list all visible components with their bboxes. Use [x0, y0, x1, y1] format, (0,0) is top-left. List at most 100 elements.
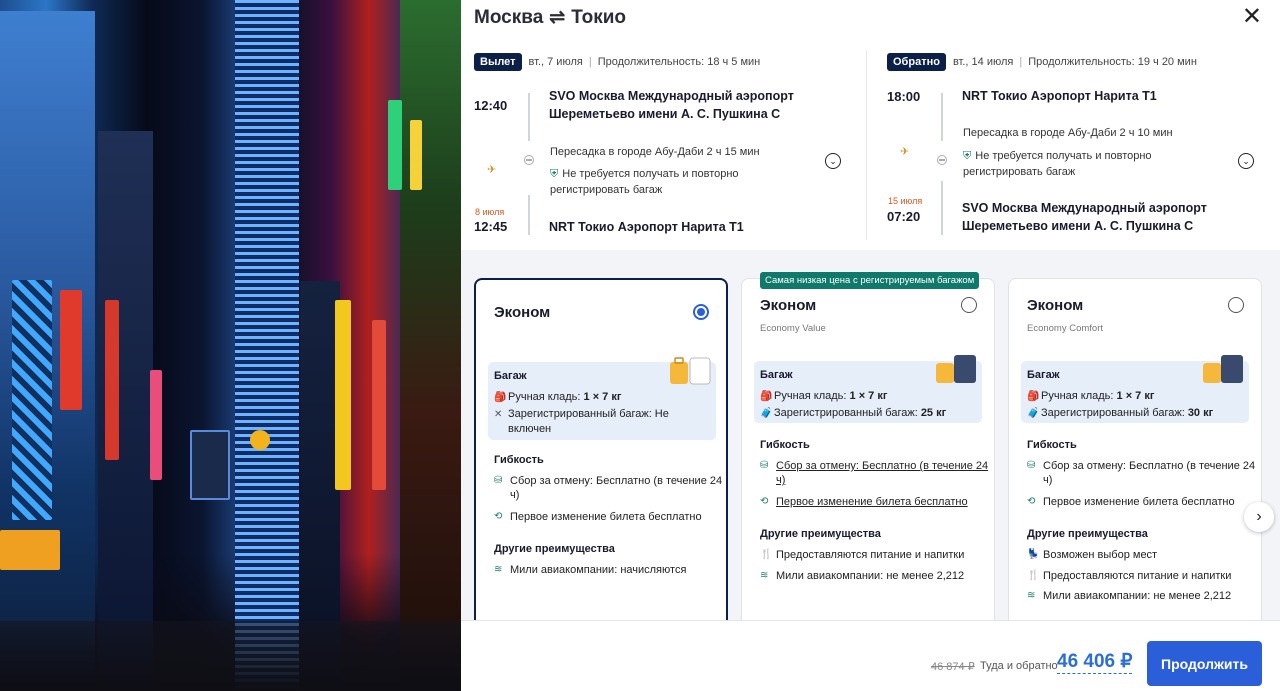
airline-logo-icon: ✈: [900, 146, 910, 158]
return-arr-airport: SVO Москва Международный аэропорт Шереме…: [962, 201, 1207, 233]
miles-icon: ≋: [494, 564, 503, 575]
lowest-price-badge: Самая низкая цена с регистрируемым багаж…: [760, 272, 980, 289]
benefit-item: ≋ Мили авиакомпании: не менее 2,212: [1027, 590, 1232, 602]
fare-card-economy-comfort[interactable]: Эконом Economy Comfort Багаж 🎒 Ручная кла…: [1008, 278, 1262, 620]
return-leg: Обратно вт., 14 июля | Продолжительность…: [887, 53, 1280, 243]
outbound-duration: Продолжительность: 18 ч 5 мин: [597, 56, 761, 68]
fare-radio[interactable]: [693, 304, 709, 320]
continue-button[interactable]: Продолжить: [1147, 641, 1262, 686]
outbound-arr-time: 12:45: [474, 219, 508, 234]
close-icon[interactable]: ✕: [1242, 2, 1262, 31]
fare-name: Эконом: [760, 297, 817, 314]
fare-radio[interactable]: [1228, 297, 1244, 313]
outbound-date: вт., 7 июля: [528, 56, 583, 68]
shield-check-icon: ⛨: [550, 168, 559, 180]
fare-card-economy-value[interactable]: Самая низкая цена с регистрируемым багаж…: [741, 272, 995, 620]
cancel-fee[interactable]: ⛁ Сбор за отмену: Бесплатно (в течение 24…: [760, 459, 990, 487]
refund-icon: ⛁: [760, 460, 769, 471]
suitcase-small-icon: 🧳: [760, 408, 773, 419]
outbound-leg: Вылет вт., 7 июля | Продолжительность: 1…: [474, 53, 869, 243]
outbound-dep-time: 12:40: [474, 98, 508, 113]
return-date: вт., 14 июля: [952, 56, 1014, 68]
bag-icon: 🎒: [760, 391, 773, 402]
refund-icon: ⛁: [1027, 460, 1036, 471]
other-benefits-title: Другие преимущества: [494, 543, 615, 555]
miles-icon: ≋: [1027, 590, 1036, 601]
chevron-down-icon[interactable]: ⌄: [1238, 153, 1254, 169]
fare-subtitle: Economy Comfort: [1027, 323, 1104, 334]
return-dep-airport: NRT Токио Аэропорт Нарита T1: [962, 89, 1157, 103]
price-footer: 46 874 ₽ Туда и обратно 46 406 ₽ Продолж…: [461, 620, 1280, 691]
exchange-icon: ⟲: [1027, 496, 1036, 507]
ticket-change: ⟲ Первое изменение билета бесплатно: [494, 511, 702, 523]
origin-city: Москва: [474, 6, 544, 28]
outbound-arr-date: 8 июля: [475, 207, 505, 217]
destination-city: Токио: [571, 6, 626, 28]
benefit-item: 🍴 Предоставляются питание и напитки: [760, 549, 965, 561]
return-dep-time: 18:00: [887, 89, 921, 104]
hand-luggage: 🎒 Ручная кладь: 1 × 7 кг: [494, 391, 622, 403]
airline-logo-icon: ✈: [487, 164, 497, 176]
fare-radio[interactable]: [961, 297, 977, 313]
outbound-arr-airport: NRT Токио Аэропорт Нарита T1: [549, 220, 744, 234]
ticket-change: ⟲ Первое изменение билета бесплатно: [1027, 496, 1235, 508]
old-price: 46 874 ₽: [931, 661, 975, 673]
baggage-box: Багаж 🎒 Ручная кладь: 1 × 7 кг 🧳 Зарегистр…: [754, 355, 982, 423]
benefit-item: 🍴 Предоставляются питание и напитки: [1027, 570, 1232, 582]
flexibility-title: Гибкость: [1027, 439, 1077, 451]
return-transfer: Пересадка в городе Абу-Даби 2 ч 10 мин: [963, 127, 1173, 139]
total-price[interactable]: 46 406 ₽: [1057, 651, 1133, 674]
fare-name: Эконом: [1027, 297, 1084, 314]
baggage-box: Багаж 🎒 Ручная кладь: 1 × 7 кг 🧳 Зарегистр…: [1021, 355, 1249, 423]
return-arr-date: 15 июля: [888, 196, 923, 206]
suitcase-small-icon: 🧳: [1027, 408, 1040, 419]
miles-icon: ≋: [760, 570, 769, 581]
hand-luggage: 🎒 Ручная кладь: 1 × 7 кг: [1027, 390, 1155, 402]
outbound-baggage-note: ⛨ Не требуется получать и повторно регист…: [550, 168, 739, 196]
chevron-right-icon[interactable]: ›: [1244, 502, 1274, 532]
cancel-fee: ⛁ Сбор за отмену: Бесплатно (в течение 24…: [1027, 460, 1256, 486]
benefit-item: ≋ Мили авиакомпании: начисляются: [494, 564, 687, 576]
chevron-down-icon[interactable]: ⌄: [825, 153, 841, 169]
hand-luggage: 🎒 Ручная кладь: 1 × 7 кг: [760, 390, 888, 402]
ticket-change[interactable]: ⟲ Первое изменение билета бесплатно: [760, 495, 990, 509]
suitcase-icon: [936, 355, 976, 383]
route-title: Москва ⇌ Токио: [474, 6, 626, 29]
hero-photo: [0, 0, 461, 691]
benefit-item: 💺 Возможен выбор мест: [1027, 549, 1158, 561]
cancel-fee: ⛁ Сбор за отмену: Бесплатно (в течение 24…: [494, 475, 723, 501]
cross-icon: ✕: [494, 409, 503, 420]
fare-subtitle: Economy Value: [760, 323, 826, 334]
round-trip-label: Туда и обратно: [980, 660, 1058, 672]
return-tag: Обратно: [887, 53, 946, 71]
shield-check-icon: ⛨: [963, 150, 972, 162]
transfer-pin-icon: [937, 155, 947, 165]
checked-luggage: ✕ Зарегистрированный багаж: Не включен: [494, 408, 669, 435]
suitcase-icon: [1203, 355, 1243, 383]
bag-icon: 🎒: [1027, 391, 1040, 402]
transfer-pin-icon: [524, 155, 534, 165]
seat-icon: 💺: [1027, 549, 1040, 560]
fare-options: Эконом Багаж 🎒 Ручная кладь: 1 × 7 кг ✕ За…: [461, 250, 1280, 620]
fare-name: Эконом: [494, 304, 551, 321]
outbound-transfer: Пересадка в городе Абу-Даби 2 ч 15 мин: [550, 146, 760, 158]
fare-card-economy[interactable]: Эконом Багаж 🎒 Ручная кладь: 1 × 7 кг ✕ За…: [474, 278, 728, 620]
return-arr-time: 07:20: [887, 209, 921, 224]
checked-luggage: 🧳 Зарегистрированный багаж: 25 кг: [760, 407, 947, 419]
return-duration: Продолжительность: 19 ч 20 мин: [1028, 56, 1197, 68]
refund-icon: ⛁: [494, 475, 503, 486]
meal-icon: 🍴: [760, 549, 773, 560]
baggage-box: Багаж 🎒 Ручная кладь: 1 × 7 кг ✕ Зарегистр…: [488, 357, 716, 440]
exchange-icon: ⟲: [494, 511, 503, 522]
bag-icon: 🎒: [494, 392, 507, 403]
baggage-title: Багаж: [760, 369, 793, 381]
baggage-title: Багаж: [1027, 369, 1060, 381]
benefit-item: ≋ Мили авиакомпании: не менее 2,212: [760, 570, 965, 582]
flexibility-title: Гибкость: [760, 439, 810, 451]
outbound-dep-airport: SVO Москва Международный аэропорт Шереме…: [549, 89, 794, 121]
leg-divider: [866, 50, 867, 240]
checked-luggage: 🧳 Зарегистрированный багаж: 30 кг: [1027, 407, 1214, 419]
outbound-tag: Вылет: [474, 53, 522, 71]
meal-icon: 🍴: [1027, 570, 1040, 581]
flexibility-title: Гибкость: [494, 454, 544, 466]
